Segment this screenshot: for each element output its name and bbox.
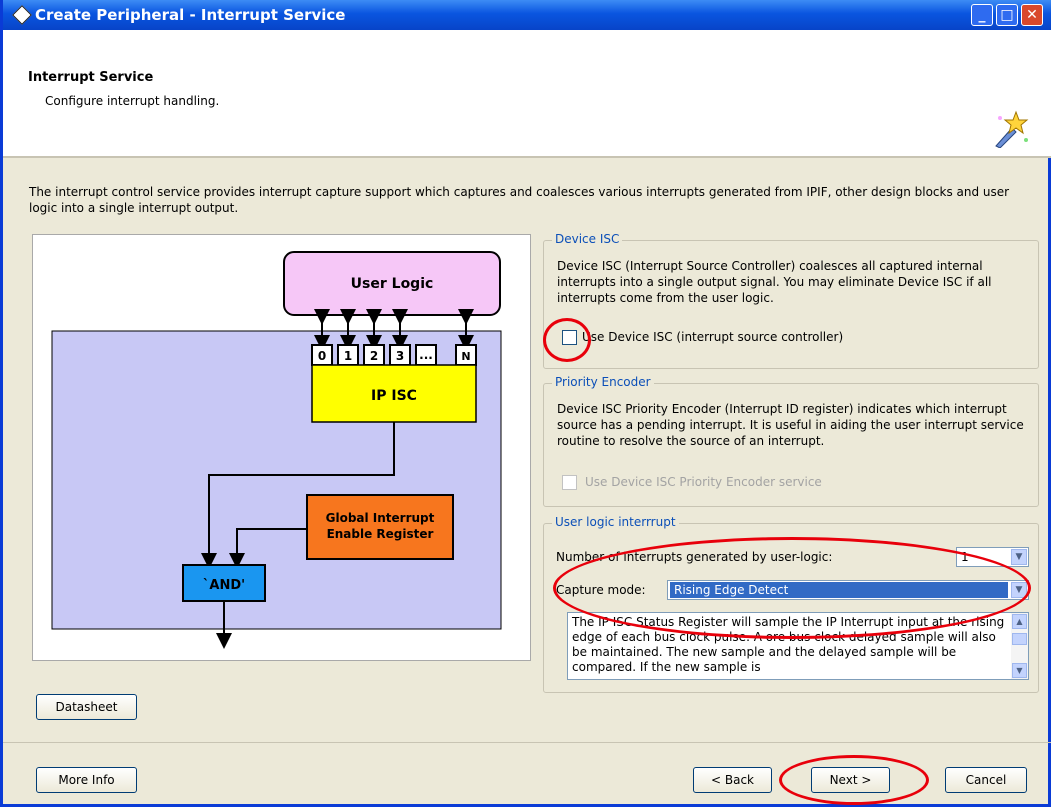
device-isc-text: Device ISC (Interrupt Source Controller)… bbox=[557, 259, 992, 305]
use-device-isc-label[interactable]: Use Device ISC (interrupt source control… bbox=[582, 330, 843, 344]
scroll-thumb[interactable] bbox=[1012, 633, 1027, 645]
use-priority-encoder-checkbox[interactable] bbox=[562, 475, 577, 490]
next-button[interactable]: Next > bbox=[811, 767, 890, 793]
user-logic-interrupt-legend: User logic interrrupt bbox=[552, 515, 679, 529]
minimize-button[interactable]: _ bbox=[971, 4, 993, 26]
wizard-header: Interrupt Service Configure interrupt ha… bbox=[3, 30, 1051, 158]
port-label: ... bbox=[419, 348, 433, 362]
magic-wand-icon bbox=[995, 110, 1029, 148]
capture-mode-help-text: The IP ISC Status Register will sample t… bbox=[572, 615, 1005, 674]
capture-mode-label: Capture mode: bbox=[556, 583, 646, 597]
priority-encoder-legend: Priority Encoder bbox=[552, 375, 654, 389]
user-logic-label: User Logic bbox=[351, 276, 434, 292]
port-label: 2 bbox=[370, 349, 378, 363]
page-description: The interrupt control service provides i… bbox=[29, 185, 1010, 215]
port-label: N bbox=[461, 350, 470, 363]
num-interrupts-select[interactable]: 1 ▼ bbox=[956, 547, 1029, 567]
priority-encoder-text: Device ISC Priority Encoder (Interrupt I… bbox=[557, 402, 1024, 448]
use-device-isc-checkbox[interactable] bbox=[562, 330, 577, 345]
num-interrupts-value: 1 bbox=[961, 550, 969, 564]
global-interrupt-label-1: Global Interrupt bbox=[326, 511, 435, 525]
diagram-svg: User Logic 0 1 2 3 ... N IP ISC Global I… bbox=[51, 251, 502, 649]
use-priority-encoder-label[interactable]: Use Device ISC Priority Encoder service bbox=[585, 475, 822, 489]
window-title: Create Peripheral - Interrupt Service bbox=[35, 6, 346, 24]
device-isc-group: Device ISC Device ISC (Interrupt Source … bbox=[543, 232, 1039, 369]
maximize-icon: □ bbox=[1000, 7, 1014, 23]
capture-mode-value: Rising Edge Detect bbox=[670, 582, 1008, 598]
page-title: Interrupt Service bbox=[28, 70, 154, 85]
back-button[interactable]: < Back bbox=[693, 767, 772, 793]
capture-mode-select[interactable]: Rising Edge Detect ▼ bbox=[667, 580, 1029, 600]
global-interrupt-label-2: Enable Register bbox=[327, 527, 434, 541]
maximize-button[interactable]: □ bbox=[996, 4, 1018, 26]
chevron-down-icon[interactable]: ▼ bbox=[1011, 549, 1027, 565]
title-bar[interactable]: Create Peripheral - Interrupt Service _ … bbox=[3, 0, 1051, 30]
cancel-button[interactable]: Cancel bbox=[945, 767, 1027, 793]
page-subtitle: Configure interrupt handling. bbox=[45, 94, 220, 108]
ip-isc-label: IP ISC bbox=[371, 388, 417, 404]
device-isc-legend: Device ISC bbox=[552, 232, 623, 246]
footer-divider bbox=[3, 742, 1051, 743]
close-button[interactable]: ✕ bbox=[1021, 4, 1043, 26]
chevron-down-icon[interactable]: ▼ bbox=[1011, 582, 1027, 598]
datasheet-button[interactable]: Datasheet bbox=[36, 694, 137, 720]
scroll-up-icon[interactable]: ▲ bbox=[1012, 614, 1027, 629]
scroll-down-icon[interactable]: ▼ bbox=[1012, 663, 1027, 678]
interrupt-diagram: User Logic 0 1 2 3 ... N IP ISC Global I… bbox=[32, 234, 531, 661]
minimize-icon: _ bbox=[978, 7, 986, 23]
and-gate-label: `AND' bbox=[203, 578, 245, 593]
port-label: 3 bbox=[396, 349, 404, 363]
more-info-button[interactable]: More Info bbox=[36, 767, 137, 793]
close-icon: ✕ bbox=[1026, 7, 1038, 23]
num-interrupts-label: Number of interrupts generated by user-l… bbox=[556, 550, 833, 564]
app-icon bbox=[12, 5, 32, 25]
port-label: 1 bbox=[344, 349, 352, 363]
capture-mode-help-textarea[interactable]: The IP ISC Status Register will sample t… bbox=[567, 612, 1029, 680]
priority-encoder-group: Priority Encoder Device ISC Priority Enc… bbox=[543, 375, 1039, 507]
port-label: 0 bbox=[318, 349, 326, 363]
help-scrollbar[interactable]: ▲ ▼ bbox=[1011, 613, 1028, 679]
dialog-window: Create Peripheral - Interrupt Service _ … bbox=[0, 0, 1051, 807]
